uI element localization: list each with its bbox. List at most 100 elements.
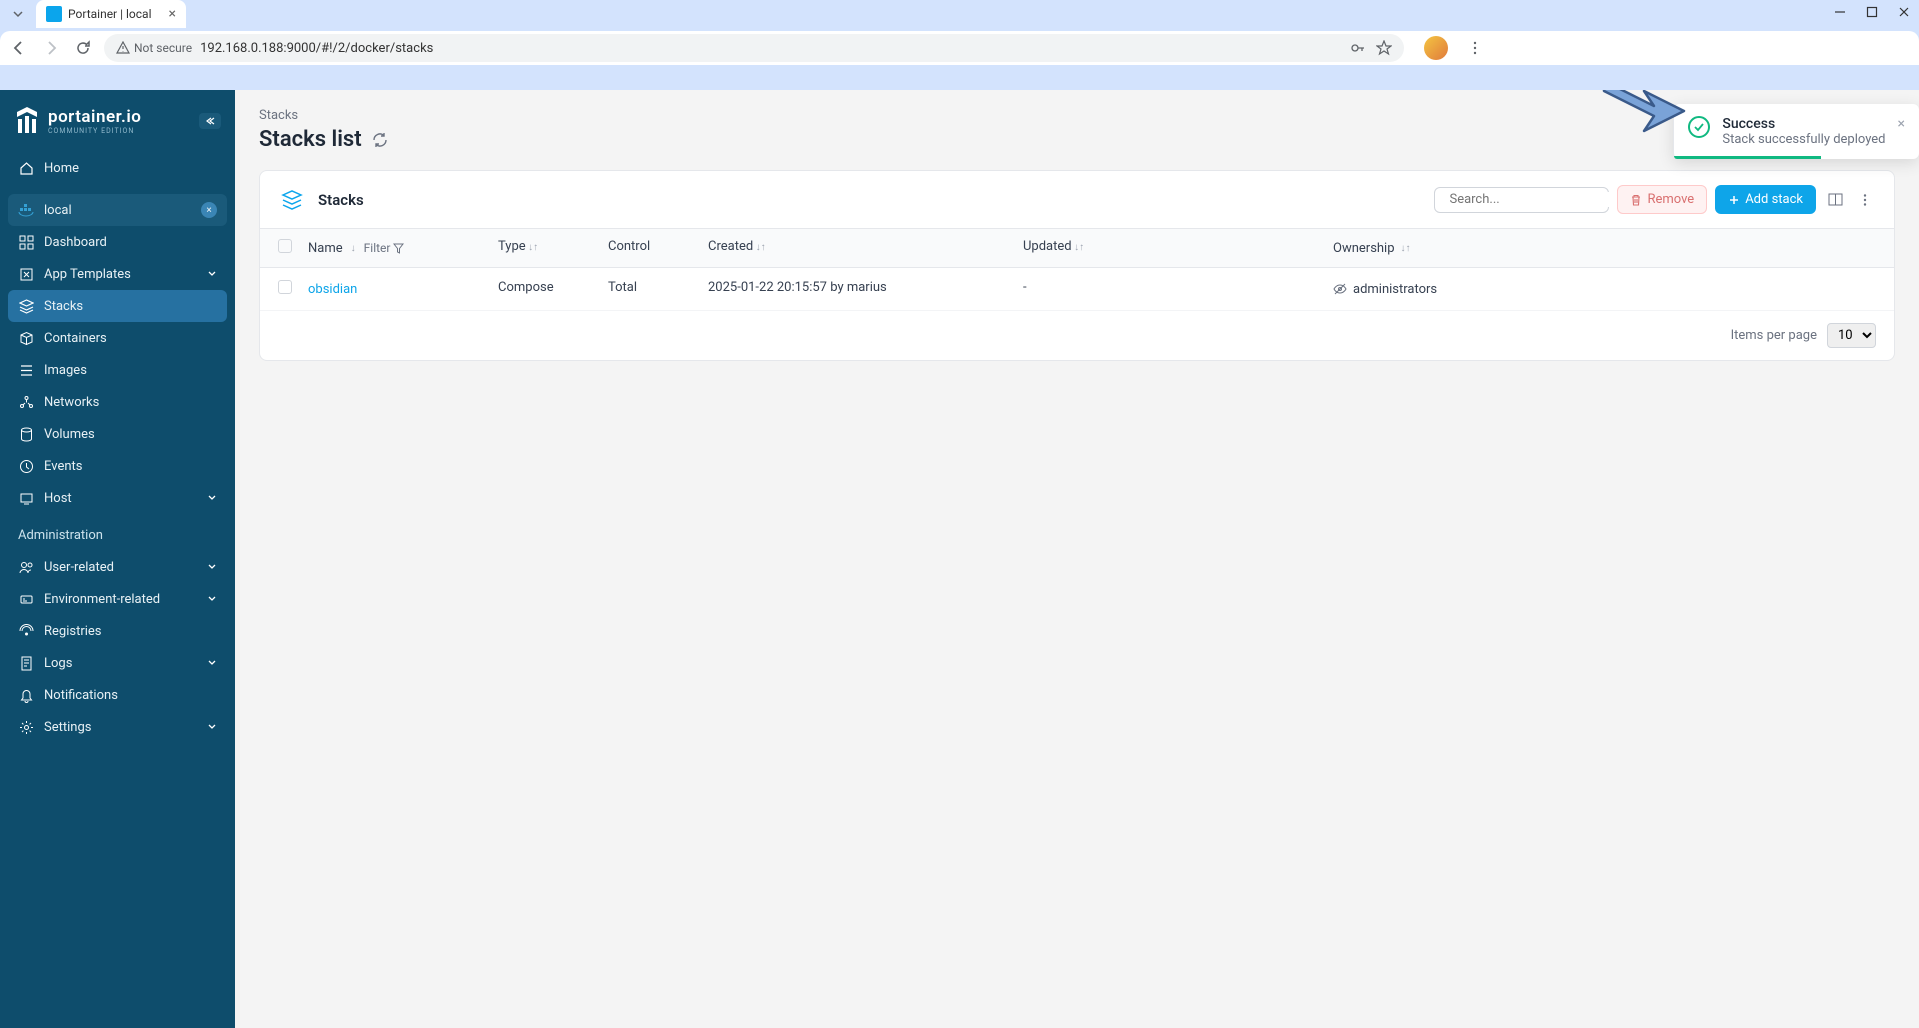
sidebar-item-dashboard[interactable]: Dashboard: [8, 226, 227, 258]
col-control-header: Control: [608, 239, 650, 254]
sidebar-item-events[interactable]: Events: [8, 450, 227, 482]
sidebar-item-home[interactable]: Home: [8, 152, 227, 184]
filter-button[interactable]: Filter: [364, 241, 405, 255]
sidebar-item-label: Images: [44, 363, 87, 378]
profile-avatar[interactable]: [1424, 36, 1448, 60]
col-type-header[interactable]: Type: [498, 239, 526, 254]
bell-icon: [18, 687, 34, 703]
stacks-panel-icon: [278, 186, 306, 214]
sort-icon: ↓↑: [1401, 243, 1411, 254]
add-stack-button[interactable]: Add stack: [1715, 185, 1816, 214]
sidebar-item-label: Events: [44, 459, 82, 474]
tab-search-dropdown[interactable]: [8, 4, 28, 24]
row-checkbox[interactable]: [278, 280, 292, 294]
images-icon: [18, 362, 34, 378]
dashboard-icon: [18, 234, 34, 250]
security-badge[interactable]: Not secure: [116, 41, 192, 55]
sidebar-item-label: Logs: [44, 656, 72, 671]
url-bar[interactable]: Not secure 192.168.0.188:9000/#!/2/docke…: [104, 34, 1404, 62]
sidebar-item-env-related[interactable]: Environment-related: [8, 583, 227, 615]
sidebar-item-label: User-related: [44, 560, 114, 575]
chevron-down-icon: [207, 493, 217, 503]
maximize-icon[interactable]: [1865, 5, 1879, 19]
minimize-icon[interactable]: [1833, 5, 1847, 19]
sidebar-item-host[interactable]: Host: [8, 482, 227, 514]
toast-title: Success: [1722, 116, 1885, 132]
sidebar-item-label: Registries: [44, 624, 102, 639]
forward-icon[interactable]: [40, 37, 62, 59]
browser-chrome: Portainer | local × Not: [0, 0, 1919, 90]
page-title: Stacks list: [259, 127, 362, 152]
key-icon[interactable]: [1350, 40, 1366, 56]
sidebar-item-label: Volumes: [44, 427, 95, 442]
users-icon: [18, 559, 34, 575]
stacks-icon: [18, 298, 34, 314]
col-name-header[interactable]: Name: [308, 241, 343, 256]
sidebar-item-containers[interactable]: Containers: [8, 322, 227, 354]
docker-icon: [18, 202, 34, 218]
sidebar-item-logs[interactable]: Logs: [8, 647, 227, 679]
back-icon[interactable]: [8, 37, 30, 59]
sidebar-collapse-button[interactable]: [199, 113, 221, 129]
sidebar-item-environment[interactable]: local ×: [8, 194, 227, 226]
stack-name-link[interactable]: obsidian: [308, 282, 357, 297]
events-icon: [18, 458, 34, 474]
chevron-down-icon: [207, 722, 217, 732]
sidebar-item-networks[interactable]: Networks: [8, 386, 227, 418]
sidebar-item-label: Host: [44, 491, 72, 506]
chevron-down-icon: [207, 269, 217, 279]
sidebar-item-volumes[interactable]: Volumes: [8, 418, 227, 450]
more-icon[interactable]: [1854, 189, 1876, 211]
sidebar-item-label: Containers: [44, 331, 107, 346]
sidebar-item-images[interactable]: Images: [8, 354, 227, 386]
chevron-down-icon: [207, 658, 217, 668]
items-per-page-select[interactable]: 10: [1827, 323, 1876, 348]
tab-bar: Portainer | local ×: [0, 0, 1919, 28]
sidebar-item-registries[interactable]: Registries: [8, 615, 227, 647]
search-input[interactable]: ×: [1434, 187, 1609, 213]
search-field[interactable]: [1449, 192, 1615, 207]
sidebar-item-label: Dashboard: [44, 235, 107, 250]
stack-type: Compose: [498, 280, 554, 295]
star-icon[interactable]: [1376, 40, 1392, 56]
sidebar-item-settings[interactable]: Settings: [8, 711, 227, 743]
reload-icon[interactable]: [72, 37, 94, 59]
sort-icon: ↓↑: [1072, 242, 1084, 253]
app: portainer.io COMMUNITY EDITION Home loca…: [0, 90, 1919, 1028]
col-updated-header[interactable]: Updated: [1023, 239, 1072, 254]
sidebar-item-label: Notifications: [44, 688, 118, 703]
env-close-icon[interactable]: ×: [201, 202, 217, 218]
panel-title: Stacks: [318, 191, 1422, 209]
sidebar-item-label: Environment-related: [44, 592, 160, 607]
col-created-header[interactable]: Created: [708, 239, 753, 254]
refresh-icon[interactable]: [372, 132, 388, 148]
select-all-checkbox[interactable]: [278, 239, 292, 253]
success-check-icon: [1688, 116, 1710, 138]
sidebar-item-notifications[interactable]: Notifications: [8, 679, 227, 711]
arrow-annotation-icon: [1594, 90, 1689, 141]
tab-favicon-icon: [46, 6, 62, 22]
sidebar-item-label: Settings: [44, 720, 91, 735]
toast-close-icon[interactable]: ×: [1898, 116, 1905, 147]
tab-close-icon[interactable]: ×: [169, 6, 176, 22]
col-ownership-header[interactable]: Ownership: [1333, 241, 1395, 256]
sidebar-item-label: local: [44, 203, 72, 218]
sort-down-icon: ↓: [351, 243, 356, 254]
chevron-down-icon: [207, 562, 217, 572]
sidebar-section-admin: Administration: [8, 514, 227, 551]
url-text: 192.168.0.188:9000/#!/2/docker/stacks: [200, 41, 1342, 56]
panel-header: Stacks × Remove Add stack: [260, 171, 1894, 228]
columns-icon[interactable]: [1824, 189, 1846, 211]
registries-icon: [18, 623, 34, 639]
browser-tab[interactable]: Portainer | local ×: [36, 0, 186, 28]
sidebar-item-label: App Templates: [44, 267, 131, 282]
remove-button[interactable]: Remove: [1617, 185, 1707, 214]
portainer-logo-icon: [14, 106, 40, 136]
sidebar-item-templates[interactable]: App Templates: [8, 258, 227, 290]
browser-menu-icon[interactable]: [1464, 37, 1486, 59]
home-icon: [18, 160, 34, 176]
sidebar-item-user-related[interactable]: User-related: [8, 551, 227, 583]
browser-toolbar: Not secure 192.168.0.188:9000/#!/2/docke…: [0, 31, 1919, 65]
sidebar-item-stacks[interactable]: Stacks: [8, 290, 227, 322]
close-window-icon[interactable]: [1897, 5, 1911, 19]
